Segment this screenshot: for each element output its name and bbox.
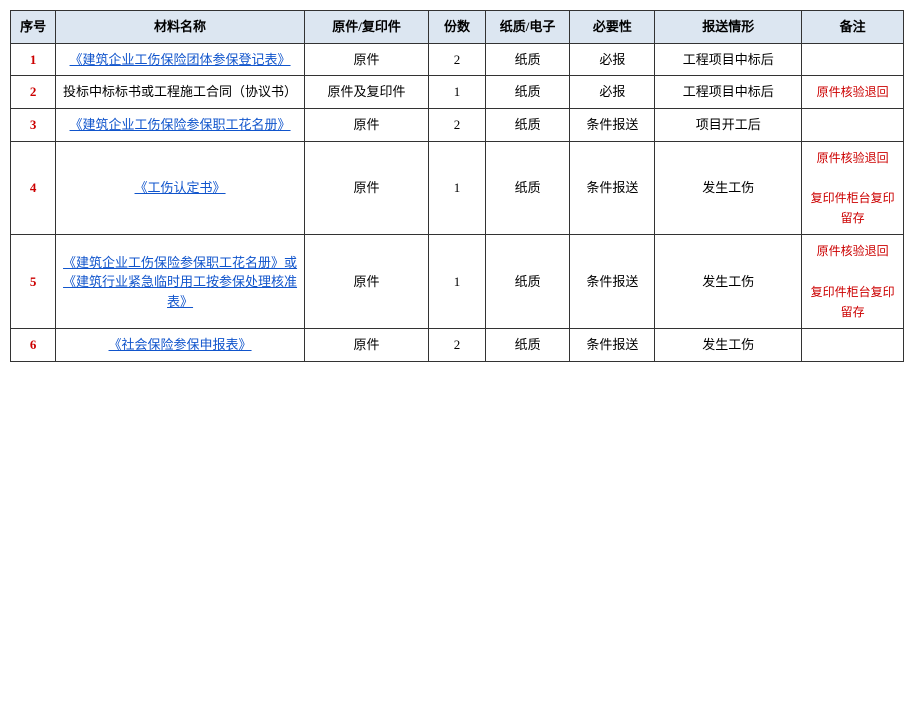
cell-condition: 发生工伤 (655, 235, 802, 329)
cell-condition: 工程项目中标后 (655, 43, 802, 76)
cell-count: 1 (429, 235, 486, 329)
row-number: 2 (30, 84, 37, 99)
col-header-copy: 原件/复印件 (304, 11, 428, 44)
note-text: 原件核验退回复印件柜台复印留存 (811, 244, 895, 319)
table-row: 1 《建筑企业工伤保险团体参保登记表》原件2纸质必报工程项目中标后 (11, 43, 904, 76)
main-table-wrapper: 序号 材料名称 原件/复印件 份数 纸质/电子 必要性 报送情形 备注 1 《建筑… (10, 10, 904, 362)
cell-necessity: 必报 (570, 76, 655, 109)
cell-name: 《工伤认定书》 (56, 141, 305, 235)
cell-copy-type: 原件 (304, 43, 428, 76)
cell-medium: 纸质 (485, 76, 570, 109)
cell-necessity: 条件报送 (570, 235, 655, 329)
cell-condition: 项目开工后 (655, 109, 802, 142)
table-row: 4 《工伤认定书》 原件1纸质条件报送发生工伤原件核验退回复印件柜台复印留存 (11, 141, 904, 235)
cell-count: 1 (429, 141, 486, 235)
col-header-necessity: 必要性 (570, 11, 655, 44)
cell-medium: 纸质 (485, 329, 570, 362)
col-header-count: 份数 (429, 11, 486, 44)
col-header-name: 材料名称 (56, 11, 305, 44)
cell-copy-type: 原件 (304, 235, 428, 329)
cell-note (802, 43, 904, 76)
cell-num: 3 (11, 109, 56, 142)
cell-condition: 发生工伤 (655, 329, 802, 362)
cell-num: 4 (11, 141, 56, 235)
table-row: 6 《社会保险参保申报表》 原件2纸质条件报送发生工伤 (11, 329, 904, 362)
table-row: 2 投标中标标书或工程施工合同（协议书） 原件及复印件1纸质必报工程项目中标后 原件核… (11, 76, 904, 109)
material-name-link[interactable]: 《社会保险参保申报表》 (109, 337, 252, 352)
table-row: 3 《建筑企业工伤保险参保职工花名册》原件2纸质条件报送项目开工后 (11, 109, 904, 142)
cell-note: 原件核验退回 (802, 76, 904, 109)
cell-necessity: 条件报送 (570, 109, 655, 142)
cell-name: 投标中标标书或工程施工合同（协议书） (56, 76, 305, 109)
col-header-note: 备注 (802, 11, 904, 44)
material-name-link[interactable]: 《工伤认定书》 (135, 180, 226, 195)
cell-count: 2 (429, 109, 486, 142)
cell-name: 《社会保险参保申报表》 (56, 329, 305, 362)
cell-count: 1 (429, 76, 486, 109)
row-number: 3 (30, 117, 37, 132)
cell-count: 2 (429, 329, 486, 362)
cell-medium: 纸质 (485, 43, 570, 76)
header-row: 序号 材料名称 原件/复印件 份数 纸质/电子 必要性 报送情形 备注 (11, 11, 904, 44)
row-number: 4 (30, 180, 37, 195)
cell-note: 原件核验退回复印件柜台复印留存 (802, 235, 904, 329)
cell-copy-type: 原件 (304, 109, 428, 142)
col-header-num: 序号 (11, 11, 56, 44)
cell-name: 《建筑企业工伤保险参保职工花名册》 (56, 109, 305, 142)
table-row: 5《建筑企业工伤保险参保职工花名册》或《建筑行业紧急临时用工按参保处理核准表》原… (11, 235, 904, 329)
cell-note (802, 329, 904, 362)
cell-necessity: 条件报送 (570, 141, 655, 235)
material-name: 投标中标标书或工程施工合同（协议书） (63, 84, 297, 99)
cell-medium: 纸质 (485, 141, 570, 235)
cell-num: 1 (11, 43, 56, 76)
cell-copy-type: 原件 (304, 141, 428, 235)
cell-note (802, 109, 904, 142)
cell-name: 《建筑企业工伤保险团体参保登记表》 (56, 43, 305, 76)
cell-copy-type: 原件 (304, 329, 428, 362)
material-name-link[interactable]: 《建筑企业工伤保险参保职工花名册》 (70, 117, 291, 132)
cell-num: 2 (11, 76, 56, 109)
cell-name: 《建筑企业工伤保险参保职工花名册》或《建筑行业紧急临时用工按参保处理核准表》 (56, 235, 305, 329)
cell-condition: 工程项目中标后 (655, 76, 802, 109)
material-name-link[interactable]: 《建筑企业工伤保险团体参保登记表》 (70, 52, 291, 67)
col-header-condition: 报送情形 (655, 11, 802, 44)
cell-count: 2 (429, 43, 486, 76)
cell-copy-type: 原件及复印件 (304, 76, 428, 109)
cell-medium: 纸质 (485, 109, 570, 142)
cell-necessity: 条件报送 (570, 329, 655, 362)
cell-medium: 纸质 (485, 235, 570, 329)
row-number: 5 (30, 274, 37, 289)
row-number: 1 (30, 52, 37, 67)
cell-num: 6 (11, 329, 56, 362)
cell-note: 原件核验退回复印件柜台复印留存 (802, 141, 904, 235)
note-text: 原件核验退回 (817, 85, 889, 99)
cell-condition: 发生工伤 (655, 141, 802, 235)
cell-necessity: 必报 (570, 43, 655, 76)
col-header-medium: 纸质/电子 (485, 11, 570, 44)
cell-num: 5 (11, 235, 56, 329)
note-text: 原件核验退回复印件柜台复印留存 (811, 151, 895, 226)
material-name-link[interactable]: 《建筑企业工伤保险参保职工花名册》或《建筑行业紧急临时用工按参保处理核准表》 (63, 255, 297, 309)
materials-table: 序号 材料名称 原件/复印件 份数 纸质/电子 必要性 报送情形 备注 1 《建筑… (10, 10, 904, 362)
row-number: 6 (30, 337, 37, 352)
